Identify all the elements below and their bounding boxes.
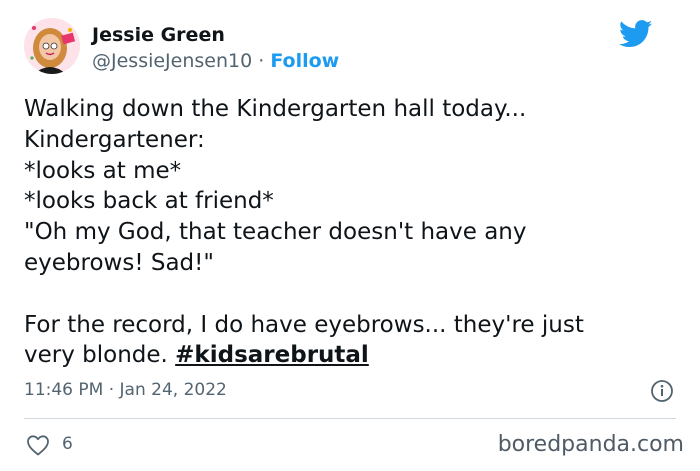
heart-outline-icon[interactable] [26, 434, 50, 456]
twitter-bird-icon[interactable] [619, 20, 653, 48]
author-handle[interactable]: @JessieJensen10 [92, 50, 252, 72]
tweet-line: For the record, I do have eyebrows... th… [24, 311, 584, 338]
follow-link[interactable]: Follow [270, 50, 339, 72]
tweet-time: 11:46 PM [24, 380, 104, 400]
watermark: boredpanda.com [497, 432, 684, 457]
info-icon[interactable] [650, 379, 674, 403]
hashtag-link[interactable]: #kidsarebrutal [175, 342, 369, 368]
timestamp-separator: · [103, 380, 120, 400]
tweet-date: Jan 24, 2022 [119, 380, 227, 400]
tweet-line: "Oh my God, that teacher doesn't have an… [24, 219, 527, 246]
author-name[interactable]: Jessie Green [92, 24, 225, 46]
like-count: 6 [62, 434, 73, 454]
avatar-image [24, 18, 80, 74]
tweet-line: Walking down the Kindergarten hall today… [24, 96, 527, 122]
tweet-line: eyebrows! Sad!" [24, 249, 214, 276]
handle-separator: · [252, 50, 271, 72]
tweet-line: *looks back at friend* [24, 188, 274, 215]
tweet-line-with-hashtag: very blonde. #kidsarebrutal [24, 340, 684, 371]
author-handle-row: @JessieJensen10 · Follow [92, 50, 339, 72]
avatar[interactable] [24, 18, 80, 74]
tweet-line: *looks at me* [24, 157, 182, 184]
divider [24, 418, 676, 419]
tweet-text: Walking down the Kindergarten hall today… [24, 94, 684, 371]
timestamp[interactable]: 11:46 PM · Jan 24, 2022 [24, 380, 227, 400]
tweet-line: Kindergartener: [24, 126, 205, 153]
tweet-line-prefix: very blonde. [24, 342, 176, 369]
